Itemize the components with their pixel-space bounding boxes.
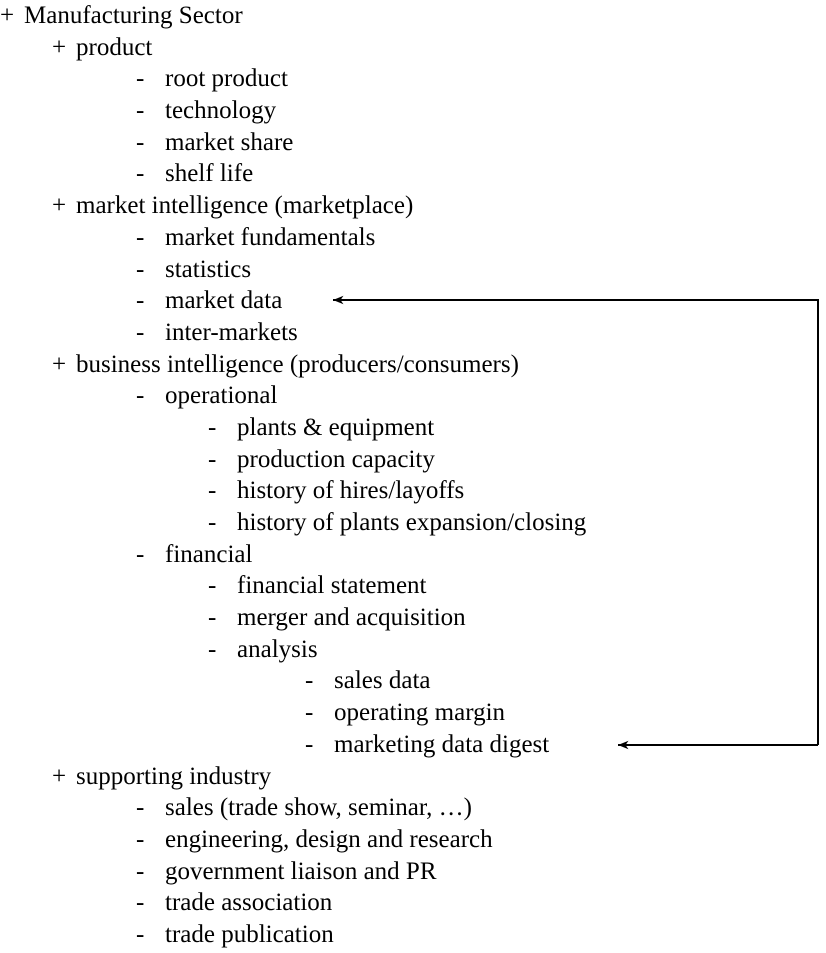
leaf-dash-icon[interactable]: -	[136, 158, 165, 190]
outline-node-label: market intelligence (marketplace)	[76, 192, 414, 220]
outline-node-leaf[interactable]: - trade association	[0, 887, 826, 919]
outline-node-leaf[interactable]: - technology	[0, 95, 826, 127]
leaf-dash-icon[interactable]: -	[136, 539, 165, 571]
outline-node-label: root product	[165, 65, 288, 93]
leaf-dash-icon[interactable]: -	[305, 729, 334, 761]
outline-node-leaf[interactable]: - marketing data digest	[0, 729, 826, 761]
leaf-dash-icon[interactable]: -	[136, 317, 165, 349]
leaf-dash-icon[interactable]: -	[136, 792, 165, 824]
outline-node-label: Manufacturing Sector	[24, 2, 243, 29]
outline-node-label: plants & equipment	[237, 413, 435, 441]
leaf-dash-icon[interactable]: -	[136, 254, 165, 286]
leaf-dash-icon[interactable]: -	[208, 444, 237, 476]
outline-node-label: market fundamentals	[165, 223, 376, 251]
leaf-dash-icon[interactable]: -	[136, 127, 165, 159]
outline-node-leaf[interactable]: - shelf life	[0, 158, 826, 190]
expand-plus-icon[interactable]: +	[0, 0, 24, 32]
outline-node-leaf[interactable]: - merger and acquisition	[0, 602, 826, 634]
outline-node-label: history of hires/layoffs	[237, 477, 465, 505]
outline-node-label: technology	[165, 97, 277, 125]
outline-tree: + Manufacturing Sector + product - root produ…	[0, 0, 826, 951]
leaf-dash-icon[interactable]: -	[136, 856, 165, 888]
outline-node-label: sales (trade show, seminar, …)	[165, 794, 473, 822]
outline-node-leaf[interactable]: - plants & equipment	[0, 412, 826, 444]
expand-plus-icon[interactable]: +	[52, 349, 76, 381]
outline-node-leaf[interactable]: - production capacity	[0, 444, 826, 476]
outline-node-expandable[interactable]: + product	[0, 32, 826, 64]
leaf-dash-icon[interactable]: -	[136, 887, 165, 919]
outline-node-label: merger and acquisition	[237, 604, 466, 632]
leaf-dash-icon[interactable]: -	[136, 919, 165, 951]
leaf-dash-icon[interactable]: -	[136, 380, 165, 412]
leaf-dash-icon[interactable]: -	[136, 63, 165, 95]
outline-node-label: financial	[165, 540, 253, 568]
outline-node-label: market data	[165, 287, 283, 315]
leaf-dash-icon[interactable]: -	[208, 602, 237, 634]
outline-node-label: inter-markets	[165, 318, 298, 346]
outline-node-label: marketing data digest	[334, 730, 550, 758]
outline-node-leaf[interactable]: - statistics	[0, 254, 826, 286]
outline-node-label: engineering, design and research	[165, 825, 493, 853]
outline-node-label: government liaison and PR	[165, 857, 437, 885]
leaf-dash-icon[interactable]: -	[136, 285, 165, 317]
outline-node-leaf[interactable]: - operating margin	[0, 697, 826, 729]
expand-plus-icon[interactable]: +	[52, 761, 76, 793]
outline-node-leaf[interactable]: - market share	[0, 127, 826, 159]
outline-node-label: operating margin	[334, 699, 506, 727]
outline-node-leaf[interactable]: - analysis	[0, 634, 826, 666]
leaf-dash-icon[interactable]: -	[305, 665, 334, 697]
outline-node-label: history of plants expansion/closing	[237, 509, 587, 536]
leaf-dash-icon[interactable]: -	[208, 475, 237, 507]
outline-node-leaf[interactable]: - financial statement	[0, 570, 826, 602]
leaf-dash-icon[interactable]: -	[136, 824, 165, 856]
outline-node-leaf[interactable]: - history of hires/layoffs	[0, 475, 826, 507]
outline-node-label: supporting industry	[76, 762, 272, 790]
outline-node-label: sales data	[334, 667, 431, 695]
outline-node-leaf[interactable]: - sales data	[0, 665, 826, 697]
outline-node-label: business intelligence (producers/consume…	[76, 350, 519, 378]
leaf-dash-icon[interactable]: -	[136, 95, 165, 127]
outline-node-leaf[interactable]: - engineering, design and research	[0, 824, 826, 856]
leaf-dash-icon[interactable]: -	[208, 634, 237, 666]
leaf-dash-icon[interactable]: -	[208, 412, 237, 444]
outline-node-leaf[interactable]: - government liaison and PR	[0, 856, 826, 888]
outline-node-label: trade association	[165, 889, 333, 917]
outline-node-leaf[interactable]: - inter-markets	[0, 317, 826, 349]
outline-page: + Manufacturing Sector + product - root produ…	[0, 0, 826, 953]
outline-node-leaf[interactable]: - trade publication	[0, 919, 826, 951]
expand-plus-icon[interactable]: +	[52, 190, 76, 222]
outline-node-leaf[interactable]: - sales (trade show, seminar, …)	[0, 792, 826, 824]
outline-node-expandable[interactable]: + business intelligence (producers/consum…	[0, 349, 826, 381]
outline-node-leaf[interactable]: - history of plants expansion/closing	[0, 507, 826, 539]
expand-plus-icon[interactable]: +	[52, 32, 76, 64]
outline-node-label: financial statement	[237, 572, 427, 600]
leaf-dash-icon[interactable]: -	[208, 570, 237, 602]
outline-node-label: shelf life	[165, 160, 254, 188]
outline-node-leaf[interactable]: - market data	[0, 285, 826, 317]
leaf-dash-icon[interactable]: -	[208, 507, 237, 539]
outline-node-expandable[interactable]: + market intelligence (marketplace)	[0, 190, 826, 222]
outline-node-leaf[interactable]: - operational	[0, 380, 826, 412]
outline-node-label: production capacity	[237, 445, 435, 473]
outline-node-expandable[interactable]: + Manufacturing Sector	[0, 0, 826, 32]
outline-node-leaf[interactable]: - root product	[0, 63, 826, 95]
outline-node-expandable[interactable]: + supporting industry	[0, 761, 826, 793]
outline-node-leaf[interactable]: - financial	[0, 539, 826, 571]
leaf-dash-icon[interactable]: -	[305, 697, 334, 729]
leaf-dash-icon[interactable]: -	[136, 222, 165, 254]
outline-node-leaf[interactable]: - market fundamentals	[0, 222, 826, 254]
outline-node-label: trade publication	[165, 920, 334, 948]
outline-node-label: operational	[165, 382, 278, 410]
outline-node-label: market share	[165, 128, 294, 156]
outline-node-label: statistics	[165, 255, 252, 283]
outline-node-label: product	[76, 33, 153, 61]
outline-node-label: analysis	[237, 635, 318, 663]
